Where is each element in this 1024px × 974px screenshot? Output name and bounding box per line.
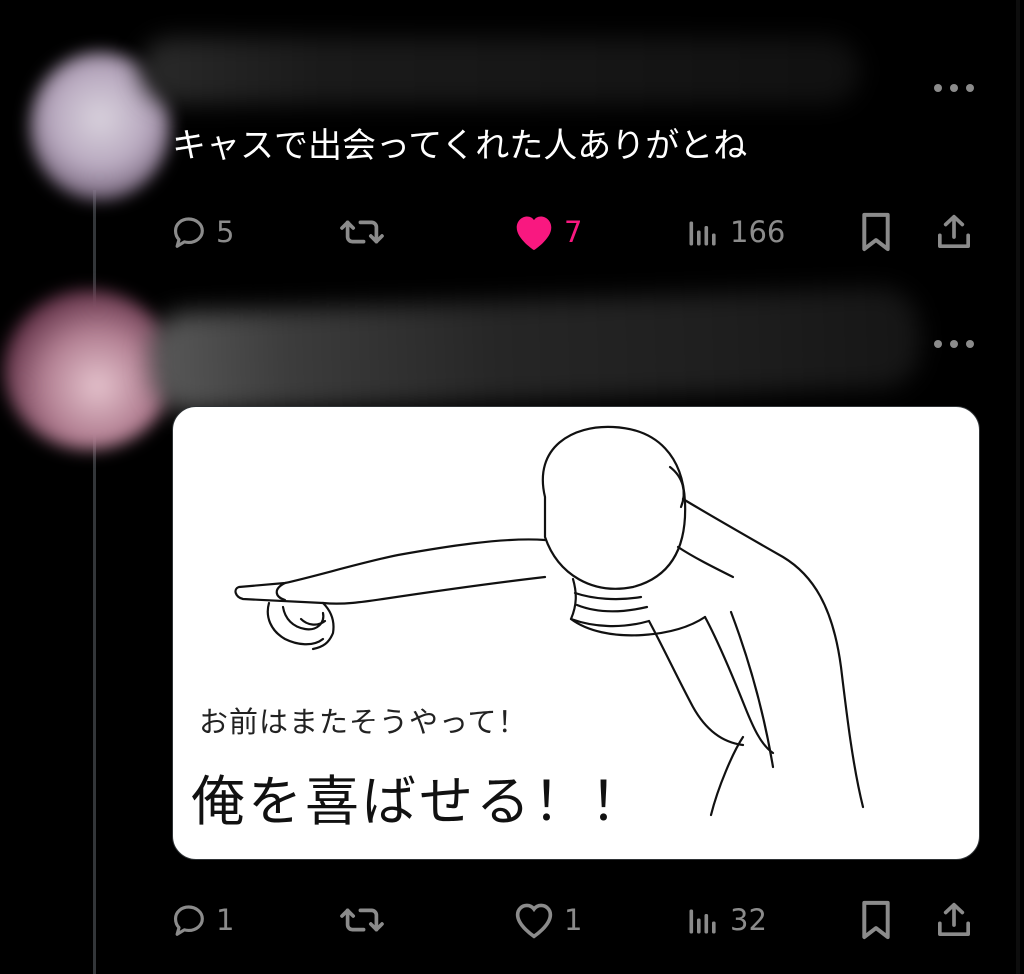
username-redacted — [148, 286, 922, 414]
share-button[interactable] — [934, 896, 974, 944]
bookmark-button[interactable] — [858, 896, 894, 944]
reply-icon — [173, 217, 204, 248]
heart-filled-icon — [516, 216, 552, 251]
reply-count: 5 — [216, 215, 235, 249]
reply-button[interactable]: 1 — [170, 896, 234, 944]
reply-button[interactable]: 5 — [170, 208, 234, 256]
views-button[interactable]: 166 — [684, 208, 785, 256]
views-icon — [689, 909, 716, 934]
scroll-track[interactable] — [1016, 0, 1020, 974]
tweet-actions: 1 1 32 — [170, 896, 980, 944]
share-icon — [938, 902, 970, 936]
retweet-icon — [340, 908, 384, 932]
like-count: 7 — [564, 215, 583, 249]
like-button[interactable]: 1 — [512, 896, 582, 944]
views-count: 166 — [730, 215, 786, 249]
like-button[interactable]: 7 — [512, 208, 582, 256]
views-icon — [689, 221, 716, 246]
views-count: 32 — [730, 903, 767, 937]
tweet-text: キャスで出会ってくれた人ありがとね — [172, 126, 748, 166]
like-count: 1 — [564, 903, 583, 937]
reply-count: 1 — [216, 903, 235, 937]
bookmark-icon — [862, 900, 890, 940]
more-options-icon[interactable] — [934, 338, 974, 350]
more-options-icon[interactable] — [934, 82, 974, 94]
retweet-icon — [340, 220, 384, 244]
avatar-blurred[interactable] — [4, 290, 174, 450]
meme-caption-small: お前はまたそうやって！ — [199, 705, 528, 739]
heart-icon — [515, 903, 553, 939]
share-icon — [938, 214, 970, 249]
tweet-actions: 5 7 166 — [170, 208, 980, 256]
meme-caption-big: 俺を喜ばせる！！ — [191, 770, 647, 833]
views-button[interactable]: 32 — [684, 896, 767, 944]
retweet-button[interactable] — [338, 208, 386, 256]
tweet-media-image[interactable]: お前はまたそうやって！ 俺を喜ばせる！！ — [172, 406, 980, 860]
retweet-button[interactable] — [338, 896, 386, 944]
username-redacted — [140, 38, 860, 104]
bookmark-button[interactable] — [858, 208, 894, 256]
share-button[interactable] — [934, 208, 974, 256]
reply-icon — [173, 905, 204, 936]
bookmark-icon — [862, 212, 890, 252]
